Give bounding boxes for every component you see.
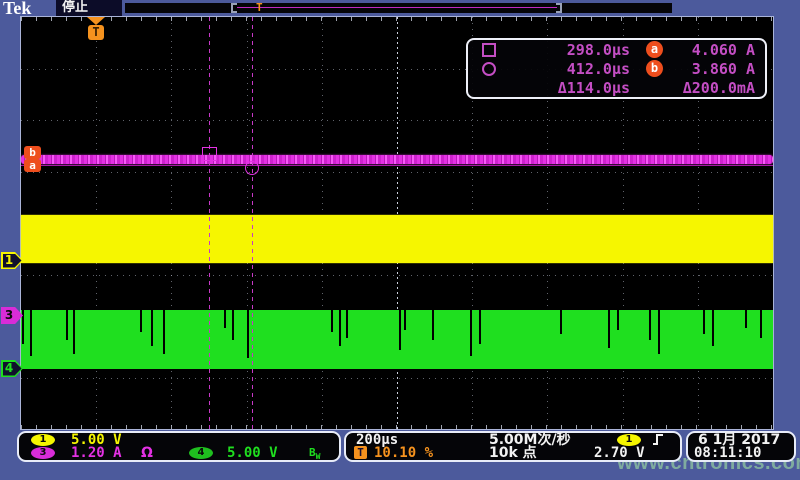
- record-length: 10k 点: [489, 446, 537, 460]
- cursor-a-time: 298.0µs: [502, 41, 630, 59]
- graticule-line: [21, 275, 773, 276]
- trigger-t-badge: T: [354, 446, 367, 459]
- channel1-voltage-trace: [21, 215, 773, 263]
- channel3-marker-label: 3: [1, 307, 17, 324]
- glitch-notch: [432, 310, 434, 340]
- glitch-notch: [479, 310, 481, 344]
- record-view-bar[interactable]: T: [125, 3, 672, 13]
- glitch-notch: [232, 310, 234, 340]
- glitch-notch: [560, 310, 562, 334]
- cursor-a-square-marker[interactable]: [202, 147, 217, 161]
- cursor-a-line[interactable]: [209, 17, 210, 429]
- waveform-a-badge: a: [646, 41, 663, 58]
- channel4-voltage-trace: [21, 310, 773, 369]
- trigger-arrow-icon: [87, 17, 105, 25]
- glitch-notch: [331, 310, 333, 332]
- acquisition-status: 停止: [62, 0, 88, 16]
- record-window-right-bracket[interactable]: [556, 3, 562, 13]
- time: 08:11:10: [694, 446, 761, 460]
- cursor-b-row: 412.0µs b 3.860 A: [468, 59, 765, 78]
- glitch-notch: [30, 310, 32, 356]
- trigger-t-icon: T: [88, 25, 104, 40]
- delta-value: Δ200.0mA: [630, 79, 757, 97]
- waveform-b-marker[interactable]: b: [24, 146, 41, 159]
- trigger-position-percent: 10.10 %: [374, 446, 433, 460]
- channel4-marker-label: 4: [1, 360, 17, 377]
- channel3-scale: 1.20 A: [71, 446, 122, 460]
- graticule-top-ticks: [21, 17, 773, 21]
- glitch-notch: [224, 310, 226, 328]
- glitch-notch: [151, 310, 153, 346]
- datetime-readout: 6 1月 2017 08:11:10: [686, 431, 796, 462]
- channel1-marker-label: 1: [1, 252, 17, 269]
- record-trigger-marker[interactable]: T: [256, 1, 263, 14]
- glitch-notch: [470, 310, 472, 356]
- glitch-notch: [712, 310, 714, 346]
- channel3-trace-baseline: [21, 165, 773, 166]
- trigger-level: 2.70 V: [594, 446, 645, 460]
- channel1-badge: 1: [31, 434, 55, 446]
- glitch-notch: [399, 310, 401, 350]
- glitch-notch: [163, 310, 165, 354]
- graticule-line: [21, 172, 773, 173]
- glitch-notch: [73, 310, 75, 354]
- channel3-current-trace: [21, 155, 773, 164]
- graticule-line: [21, 120, 773, 121]
- glitch-notch: [140, 310, 142, 332]
- channel4-badge: 4: [189, 447, 213, 459]
- square-cursor-icon: [476, 43, 502, 57]
- record-window-left-bracket[interactable]: [231, 3, 237, 13]
- glitch-notch: [703, 310, 705, 334]
- channel4-scale: 5.00 V: [227, 446, 278, 460]
- glitch-notch: [66, 310, 68, 340]
- trigger-position-flag[interactable]: T: [87, 17, 105, 40]
- cursor-b-line[interactable]: [252, 17, 253, 429]
- channel-scale-readout: 1 5.00 V 3 1.20 A Ω 4 5.00 V BW: [17, 431, 341, 462]
- horizontal-trigger-readout: 200µs 5.00M次/秒 1 T 10.10 % 10k 点 2.70 V: [344, 431, 682, 462]
- cursor-a-row: 298.0µs a 4.060 A: [468, 40, 765, 59]
- glitch-notch: [608, 310, 610, 348]
- waveform-b-badge: b: [646, 60, 663, 77]
- glitch-notch: [649, 310, 651, 340]
- glitch-notch: [339, 310, 341, 346]
- glitch-notch: [745, 310, 747, 328]
- record-view-trace-line: [237, 7, 557, 8]
- cursor-a-value: 4.060 A: [663, 41, 757, 59]
- channel3-badge: 3: [31, 447, 55, 459]
- glitch-notch: [404, 310, 406, 330]
- channel3-coupling: Ω: [141, 446, 153, 460]
- graticule-bottom-ticks: [21, 425, 773, 429]
- waveform-a-marker[interactable]: a: [24, 159, 41, 172]
- delta-time: Δ114.0µs: [476, 79, 630, 97]
- cursor-b-time: 412.0µs: [502, 60, 630, 78]
- glitch-notch: [617, 310, 619, 330]
- graticule-line: [21, 378, 773, 379]
- glitch-notch: [658, 310, 660, 354]
- glitch-notch: [760, 310, 762, 338]
- cursor-b-circle-marker[interactable]: [245, 161, 259, 175]
- cursor-delta-row: Δ114.0µs Δ200.0mA: [468, 78, 765, 97]
- cursor-readout-box: 298.0µs a 4.060 A 412.0µs b 3.860 A Δ114…: [466, 38, 767, 99]
- glitch-notch: [247, 310, 249, 358]
- cursor-b-value: 3.860 A: [663, 60, 757, 78]
- circle-cursor-icon: [476, 62, 502, 76]
- bandwidth-limit-icon: BW: [309, 446, 320, 464]
- glitch-notch: [346, 310, 348, 338]
